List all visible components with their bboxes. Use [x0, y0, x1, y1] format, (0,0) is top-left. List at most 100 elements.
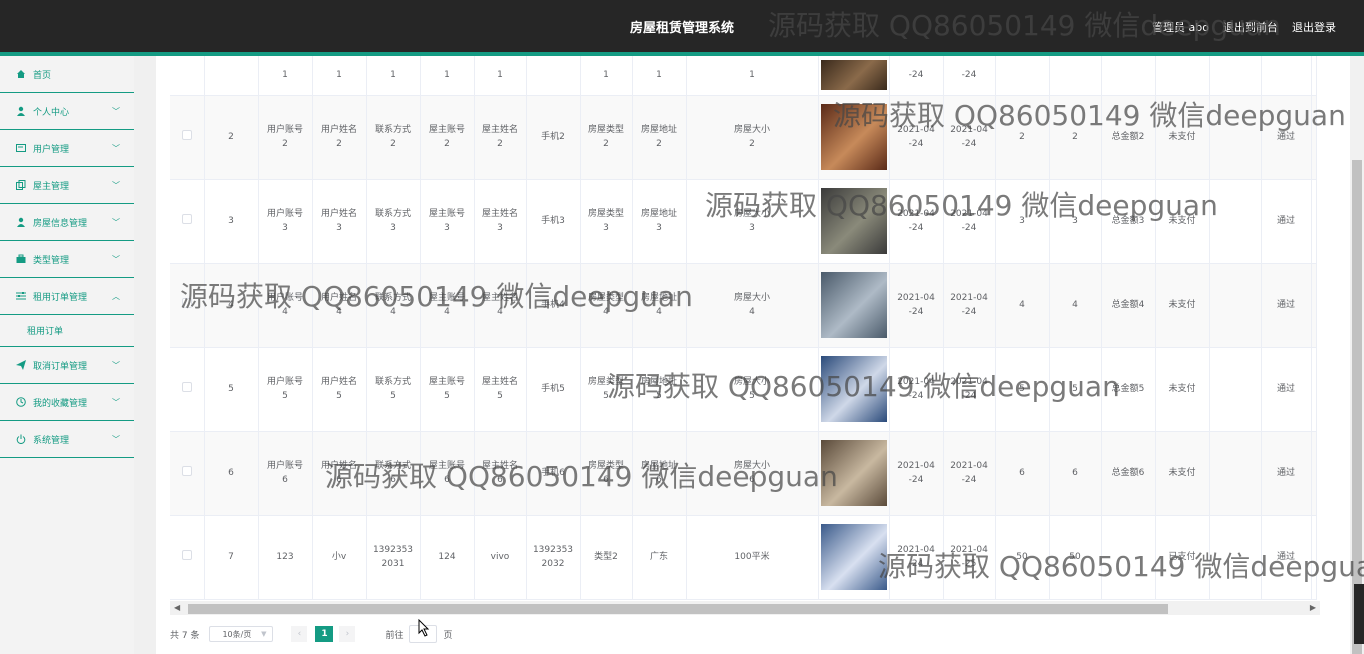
logout-link[interactable]: 退出登录 [1292, 19, 1336, 35]
sidebar-item-0[interactable]: 首页 [0, 56, 134, 93]
row-checkbox[interactable] [181, 549, 192, 560]
chevron-down-icon: ﹀ [112, 107, 120, 116]
select-cell[interactable] [170, 515, 205, 600]
sidebar-item-3[interactable]: 屋主管理 ﹀ [0, 167, 134, 204]
sidebar-item-label: 类型管理 [33, 255, 70, 266]
row-checkbox[interactable] [181, 297, 192, 308]
sidebar-item-5[interactable]: 类型管理 ﹀ [0, 241, 134, 278]
select-cell[interactable] [170, 56, 205, 96]
table-row[interactable]: 4 用户账号 4 用户姓名 4 联系方式 4 屋主账号 4 屋主姓名 4 手机4 房屋类型 4… [170, 263, 1317, 348]
actions-cell[interactable] [1311, 263, 1317, 348]
remark-cell [1209, 95, 1262, 180]
sidebar-item-6[interactable]: 租用订单管理 ︿ [0, 278, 134, 315]
price-cell [1049, 56, 1102, 96]
sidebar-item-8[interactable]: 我的收藏管理 ﹀ [0, 384, 134, 421]
row-checkbox[interactable] [181, 465, 192, 476]
data-cell: 房屋大小 4 [686, 263, 819, 348]
start-date-cell: 2021-04 -24 [889, 515, 944, 600]
remark-cell [1209, 263, 1262, 348]
chevron-down-icon: ﹀ [112, 398, 120, 407]
horizontal-scroll-thumb[interactable] [188, 604, 1168, 614]
table-row[interactable]: 5 用户账号 5 用户姓名 5 联系方式 5 屋主账号 5 屋主姓名 5 手机5 房屋类型 5… [170, 347, 1317, 432]
select-cell[interactable] [170, 95, 205, 180]
price-cell: 6 [1049, 431, 1102, 516]
select-cell[interactable] [170, 179, 205, 264]
data-cell: 小v [312, 515, 367, 600]
page-number-current[interactable]: 1 [315, 626, 334, 642]
page-size-value: 10条/页 [222, 629, 252, 639]
actions-cell[interactable] [1311, 431, 1317, 516]
chevron-down-icon: ▼ [261, 630, 267, 638]
actions-cell[interactable] [1311, 347, 1317, 432]
start-date-cell: 2021-04 -24 [889, 179, 944, 264]
days-cell: 2 [995, 95, 1050, 180]
house-photo [820, 60, 887, 91]
page-vertical-scrollbar[interactable] [1350, 56, 1364, 654]
sidebar-gap [134, 56, 156, 654]
row-checkbox[interactable] [181, 381, 192, 392]
pay-status-cell: 未支付 [1155, 179, 1210, 264]
sidebar-item-9[interactable]: 系统管理 ﹀ [0, 421, 134, 458]
data-cell: 1 [258, 56, 313, 96]
scroll-right-icon[interactable]: ▶ [1310, 603, 1316, 612]
main-content: 1 1 1 1 1 1 1 1 -24 -24 2 用户账号 2 用户姓名 2 联系方式 2 屋主账号 2屋… [156, 56, 1350, 654]
index-cell: 7 [204, 515, 259, 600]
data-cell: 房屋地址 4 [632, 263, 687, 348]
data-cell: 房屋大小 5 [686, 347, 819, 432]
vertical-scroll-thumb[interactable] [1352, 160, 1362, 654]
table-row[interactable]: 3 用户账号 3 用户姓名 3 联系方式 3 屋主账号 3 屋主姓名 3 手机3 房屋类型 3… [170, 179, 1317, 264]
top-header: 房屋租赁管理系统 管理员 abo 退出到前台 退出登录 [0, 0, 1364, 56]
actions-cell[interactable] [1311, 95, 1317, 180]
row-checkbox[interactable] [181, 213, 192, 224]
user-icon [16, 106, 28, 116]
data-cell: 1 [366, 56, 421, 96]
data-cell: 房屋类型 3 [580, 179, 633, 264]
table-row[interactable]: 7 123 小v 1392353 2031 124 vivo 1392353 2032 类型2… [170, 515, 1317, 600]
data-cell: 房屋大小 3 [686, 179, 819, 264]
clock-icon [16, 397, 28, 407]
price-cell: 4 [1049, 263, 1102, 348]
data-cell: 屋主账号 6 [420, 431, 475, 516]
data-cell: 房屋地址 6 [632, 431, 687, 516]
data-cell: 124 [420, 515, 475, 600]
table-row[interactable]: 1 1 1 1 1 1 1 1 -24 -24 [170, 56, 1317, 96]
user-icon [16, 217, 28, 227]
table-row[interactable]: 6 用户账号 6 用户姓名 6 联系方式 6 屋主账号 6 屋主姓名 6 手机6 房屋类型 6… [170, 431, 1317, 516]
days-cell: 5 [995, 347, 1050, 432]
select-cell[interactable] [170, 431, 205, 516]
table-row[interactable]: 2 用户账号 2 用户姓名 2 联系方式 2 屋主账号 2 屋主姓名 2 手机2 房屋类型 2… [170, 95, 1317, 180]
actions-cell[interactable] [1311, 179, 1317, 264]
scroll-left-icon[interactable]: ◀ [174, 603, 180, 612]
back-to-frontend-link[interactable]: 退出到前台 [1223, 19, 1278, 35]
sidebar-item-7[interactable]: 取消订单管理 ﹀ [0, 347, 134, 384]
sidebar-item-2[interactable]: 用户管理 ﹀ [0, 130, 134, 167]
photo-cell [818, 179, 890, 264]
actions-cell[interactable] [1311, 515, 1317, 600]
submenu-item-rent-orders[interactable]: 租用订单 [0, 315, 134, 347]
prev-page-button[interactable]: ‹ [291, 626, 308, 642]
sidebar-item-1[interactable]: 个人中心 ﹀ [0, 93, 134, 130]
next-page-button[interactable]: › [339, 626, 356, 642]
data-cell: 房屋地址 3 [632, 179, 687, 264]
start-date-cell: 2021-04 -24 [889, 347, 944, 432]
data-cell: 1 [580, 56, 633, 96]
horizontal-scrollbar[interactable]: ◀ ▶ [170, 601, 1320, 615]
data-cell: 房屋大小 2 [686, 95, 819, 180]
actions-cell[interactable] [1311, 56, 1317, 96]
data-cell: 手机2 [526, 95, 581, 180]
select-cell[interactable] [170, 263, 205, 348]
select-cell[interactable] [170, 347, 205, 432]
review-status-cell [1261, 56, 1312, 96]
total-cell [1101, 515, 1156, 600]
row-checkbox[interactable] [181, 129, 192, 140]
chevron-down-icon: ﹀ [112, 181, 120, 190]
data-cell: 房屋类型 6 [580, 431, 633, 516]
page-size-select[interactable]: 10条/页 ▼ [209, 626, 274, 642]
data-cell: 类型2 [580, 515, 633, 600]
chevron-down-icon: ﹀ [112, 218, 120, 227]
data-cell: 用户姓名 2 [312, 95, 367, 180]
sidebar-item-label: 租用订单管理 [33, 292, 88, 303]
mouse-cursor-icon [418, 619, 430, 637]
sidebar-item-4[interactable]: 房屋信息管理 ﹀ [0, 204, 134, 241]
data-cell: 1 [312, 56, 367, 96]
